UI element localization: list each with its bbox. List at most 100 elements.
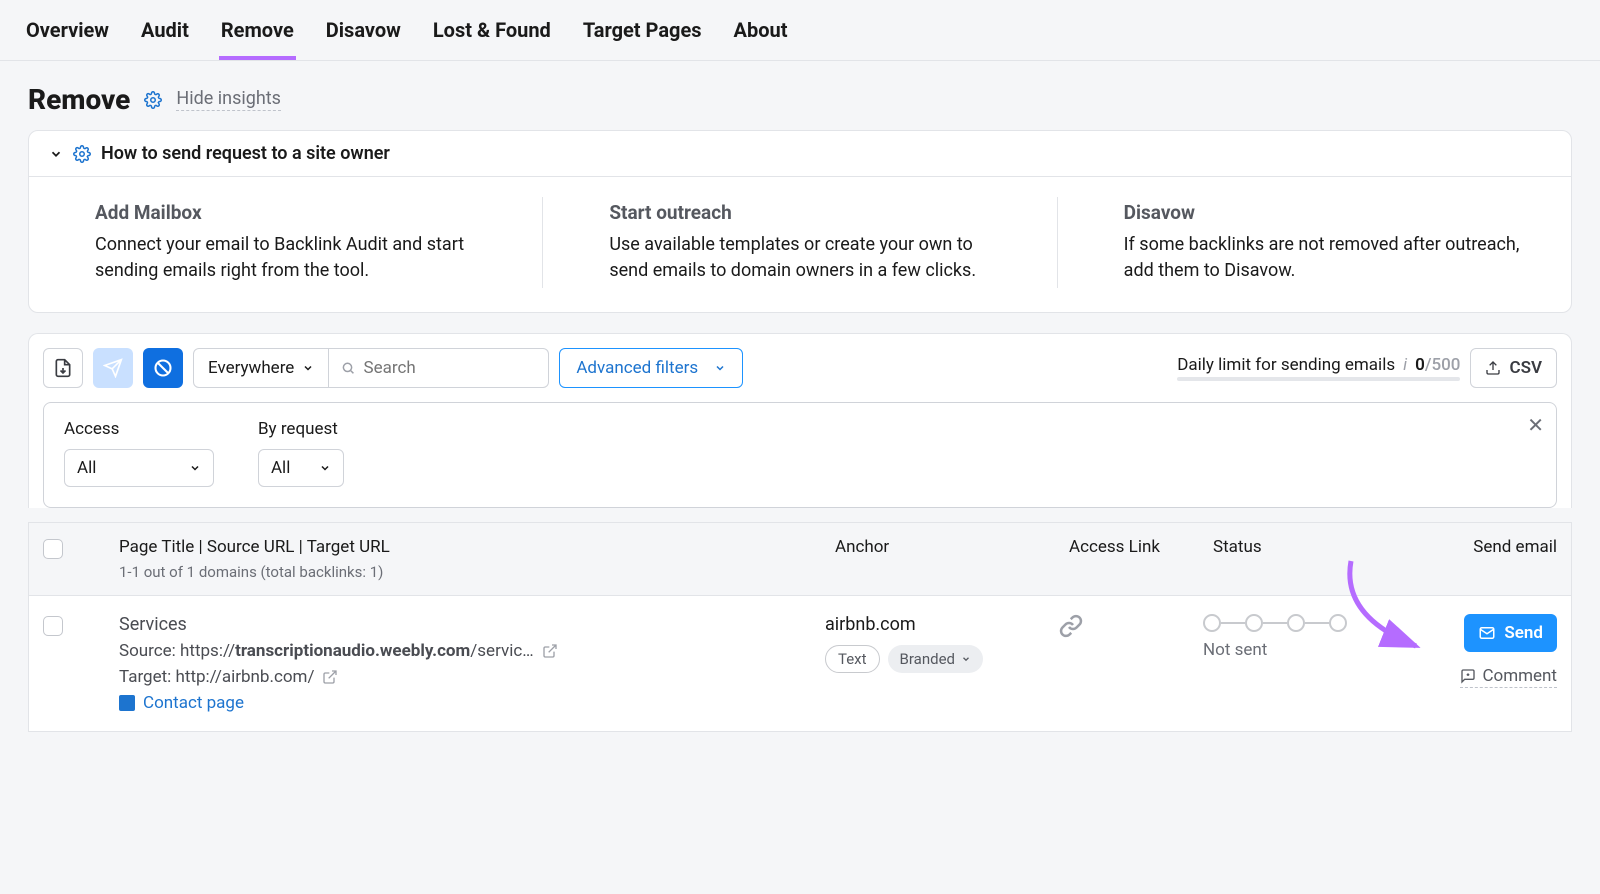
link-icon[interactable] [1059,614,1083,638]
accordion-title: How to send request to a site owner [101,143,390,164]
row-checkbox[interactable] [43,616,63,636]
row-target-line: Target: http://airbnb.com/ [119,667,811,687]
send-label: Send [1504,623,1543,643]
daily-limit-label: Daily limit for sending emails [1177,355,1395,375]
status-step-icon [1245,614,1263,632]
row-title-cell: Services Source: https://transcriptionau… [119,614,811,713]
mail-icon [1478,624,1496,642]
chevron-down-icon [189,462,201,474]
row-status-cell: Not sent [1203,614,1403,660]
toolbar-card: Everywhere Advanced filters Daily limit … [28,333,1572,508]
filter-access: Access All [64,419,214,487]
row-access-cell [1059,614,1189,638]
tab-bar: Overview Audit Remove Disavow Lost & Fou… [0,0,1600,61]
table-row: Services Source: https://transcriptionau… [28,596,1572,732]
chevron-down-icon [714,362,726,374]
status-step-icon [1287,614,1305,632]
tab-overview[interactable]: Overview [24,0,111,60]
filter-byrequest-label: By request [258,419,344,439]
insight-body: If some backlinks are not removed after … [1124,232,1525,284]
send-button[interactable]: Send [1464,614,1557,652]
col-status: Status [1213,537,1413,557]
insight-body: Use available templates or create your o… [609,232,1010,284]
col-title-sub: 1-1 out of 1 domains (total backlinks: 1… [119,563,821,581]
col-title: Page Title | Source URL | Target URL 1-1… [119,537,821,581]
chevron-down-icon [302,362,314,374]
upload-icon [1485,360,1501,376]
contact-page-link[interactable]: Contact page [119,693,811,713]
filter-access-value: All [77,458,96,478]
toolbar-row: Everywhere Advanced filters Daily limit … [43,348,1557,388]
col-title-main: Page Title | Source URL | Target URL [119,537,821,557]
col-anchor: Anchor [835,537,1055,557]
search-input[interactable] [364,358,537,378]
insight-title: Start outreach [609,201,1010,224]
advanced-filters-label: Advanced filters [576,358,698,378]
row-anchor-cell: airbnb.com Text Branded [825,614,1045,673]
anchor-branded-pill[interactable]: Branded [888,645,983,673]
tab-lost-found[interactable]: Lost & Found [431,0,553,60]
insight-title: Add Mailbox [95,201,496,224]
filter-byrequest: By request All [258,419,344,487]
insight-title: Disavow [1124,201,1525,224]
search-field[interactable] [329,348,549,388]
scope-label: Everywhere [208,358,294,378]
select-all-checkbox[interactable] [43,539,63,559]
tab-disavow[interactable]: Disavow [324,0,403,60]
filter-access-dropdown[interactable]: All [64,449,214,487]
export-icon-button[interactable] [43,348,83,388]
block-icon-button[interactable] [143,348,183,388]
row-page-title: Services [119,614,811,635]
comment-label: Comment [1482,666,1557,686]
tab-about[interactable]: About [732,0,790,60]
close-icon[interactable]: ✕ [1527,413,1544,437]
info-icon[interactable]: i [1403,355,1407,375]
col-send: Send email [1427,537,1557,557]
contact-label: Contact page [143,693,244,713]
daily-limit: Daily limit for sending emails i 0/500 [1177,355,1460,381]
advanced-filters-button[interactable]: Advanced filters [559,348,743,388]
filter-byrequest-dropdown[interactable]: All [258,449,344,487]
insights-grid: Add Mailbox Connect your email to Backli… [29,177,1571,312]
hide-insights-link[interactable]: Hide insights [176,88,281,111]
search-icon [341,360,355,376]
status-label: Not sent [1203,640,1403,660]
row-source-line: Source: https://transcriptionaudio.weebl… [119,641,811,661]
status-step-icon [1203,614,1221,632]
tab-remove[interactable]: Remove [219,0,296,60]
accordion-header[interactable]: How to send request to a site owner [29,131,1571,177]
tab-target-pages[interactable]: Target Pages [581,0,704,60]
scope-search-group: Everywhere [193,348,549,388]
table-header: Page Title | Source URL | Target URL 1-1… [28,522,1572,596]
daily-limit-counts: 0/500 [1415,355,1460,375]
gear-icon [144,91,162,109]
page-title: Remove [28,83,130,116]
csv-label: CSV [1509,358,1542,378]
insight-disavow: Disavow If some backlinks are not remove… [1058,197,1571,288]
insight-add-mailbox: Add Mailbox Connect your email to Backli… [29,197,543,288]
col-access: Access Link [1069,537,1199,557]
chevron-down-icon [961,654,971,664]
export-csv-button[interactable]: CSV [1470,348,1557,388]
chevron-down-icon [319,462,331,474]
row-send-cell: Send Comment [1417,614,1557,688]
insight-body: Connect your email to Backlink Audit and… [95,232,496,284]
tab-audit[interactable]: Audit [139,0,191,60]
send-all-icon-button[interactable] [93,348,133,388]
anchor-domain: airbnb.com [825,614,1045,635]
status-steps [1203,614,1403,632]
comment-icon [1460,668,1476,684]
gear-icon [73,145,91,163]
external-link-icon[interactable] [542,643,558,659]
insight-start-outreach: Start outreach Use available templates o… [543,197,1057,288]
comment-link[interactable]: Comment [1460,666,1557,688]
external-link-icon[interactable] [322,669,338,685]
filter-byrequest-value: All [271,458,290,478]
page-header: Remove Hide insights [0,61,1600,130]
chevron-down-icon [49,147,63,161]
insights-card: How to send request to a site owner Add … [28,130,1572,313]
scope-dropdown[interactable]: Everywhere [193,348,329,388]
filter-panel: ✕ Access All By request All [43,402,1557,508]
filter-access-label: Access [64,419,214,439]
status-step-icon [1329,614,1347,632]
